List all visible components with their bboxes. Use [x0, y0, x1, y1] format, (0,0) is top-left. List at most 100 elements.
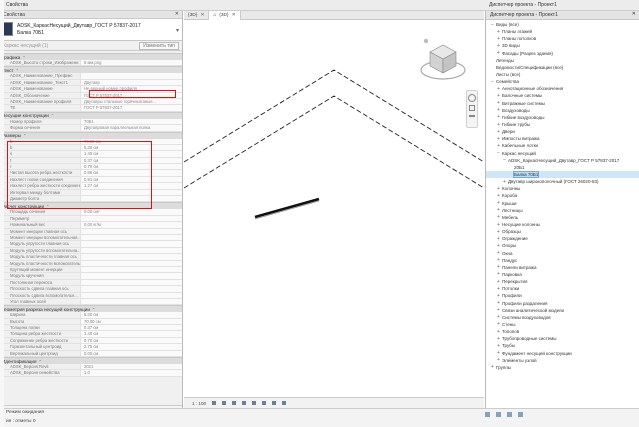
property-value[interactable]	[80, 228, 182, 234]
browser-item[interactable]: + Образцы	[486, 228, 639, 235]
expand-icon[interactable]: +	[496, 214, 501, 220]
property-value[interactable]	[80, 189, 182, 196]
expand-icon[interactable]: +	[496, 229, 501, 235]
close-icon[interactable]: ✕	[232, 13, 236, 18]
expand-icon[interactable]: +	[490, 364, 495, 370]
browser-item[interactable]: + Фундамент несущей конструкции	[486, 349, 639, 356]
expand-icon[interactable]: +	[496, 107, 501, 113]
browser-item[interactable]: + Планы этажей	[486, 28, 639, 35]
property-group-header[interactable]: Идентификация ⌃	[0, 357, 182, 365]
visual-style-icon[interactable]	[222, 401, 227, 405]
property-value[interactable]	[80, 286, 182, 292]
collapse-icon[interactable]: −	[496, 150, 501, 156]
chevron-up-icon[interactable]: ⌃	[23, 133, 26, 138]
browser-item[interactable]: + Топопов	[486, 328, 639, 335]
zoom-icon[interactable]	[469, 105, 475, 111]
select-links-icon[interactable]	[507, 412, 512, 417]
browser-item[interactable]: + Связи аналитической модели	[486, 307, 639, 314]
browser-item[interactable]: + Аннотационные обозначения	[486, 85, 639, 92]
property-value[interactable]	[80, 279, 182, 286]
browser-item[interactable]: + Двутавр широкополочный (ГОСТ 26020-83)	[486, 178, 639, 185]
type-selector[interactable]: ADSK_КаркасНесущий_Двутавр_ГОСТ Р 57837-…	[0, 19, 182, 41]
browser-item[interactable]: + Ограждение	[486, 235, 639, 242]
browser-item[interactable]: + Колонны	[486, 185, 639, 192]
expand-icon[interactable]: +	[496, 279, 501, 285]
chevron-down-icon[interactable]: ▾	[176, 27, 179, 34]
browser-item[interactable]: + Лестницы	[486, 207, 639, 214]
chevron-up-icon[interactable]: ⌃	[46, 204, 49, 209]
chevron-up-icon[interactable]: ⌃	[16, 68, 19, 73]
expand-icon[interactable]: +	[496, 350, 501, 356]
browser-item[interactable]: Легенды	[486, 57, 639, 64]
browser-item[interactable]: + Панели витража	[486, 264, 639, 271]
pan-icon[interactable]	[469, 115, 475, 117]
property-value[interactable]: 70.00 см	[80, 138, 182, 144]
browser-item[interactable]: + Системы воздуховодов	[486, 314, 639, 321]
expand-icon[interactable]: +	[496, 43, 501, 49]
browser-item[interactable]: + Кабельные лотки	[486, 142, 639, 149]
property-value[interactable]: Двутавровая параллельная полка	[80, 125, 182, 131]
render-icon[interactable]	[252, 401, 257, 405]
browser-item[interactable]: + Профили раздаления	[486, 299, 639, 306]
expand-icon[interactable]: +	[496, 329, 501, 335]
expand-icon[interactable]: +	[496, 136, 501, 142]
property-group-header[interactable]: Размеры ⌃	[0, 131, 182, 139]
expand-icon[interactable]: +	[502, 179, 507, 185]
expand-icon[interactable]: +	[496, 50, 501, 56]
collapse-icon[interactable]: −	[502, 157, 507, 163]
property-value[interactable]: ГОСТ Р 57837-2017	[80, 92, 182, 98]
expand-icon[interactable]: +	[496, 286, 501, 292]
expand-icon[interactable]: +	[496, 114, 501, 120]
viewcube[interactable]	[418, 30, 468, 90]
expand-icon[interactable]: +	[496, 264, 501, 270]
browser-item[interactable]: + Короба	[486, 192, 639, 199]
browser-item[interactable]: + Опоры	[486, 242, 639, 249]
expand-icon[interactable]: +	[496, 293, 501, 299]
property-value[interactable]	[80, 260, 182, 266]
expand-icon[interactable]: +	[496, 200, 501, 206]
property-value[interactable]: 70Б1	[80, 118, 182, 125]
property-value[interactable]: 8 мм.png	[80, 60, 182, 66]
browser-item[interactable]: + Импосты витража	[486, 135, 639, 142]
crop-icon[interactable]	[262, 401, 267, 405]
expand-icon[interactable]: +	[496, 343, 501, 349]
property-value[interactable]	[80, 266, 182, 273]
browser-item[interactable]: Ведомости/Спецификации (все)	[486, 64, 639, 71]
close-icon[interactable]: ✕	[632, 11, 636, 17]
shadows-icon[interactable]	[242, 401, 247, 405]
expand-icon[interactable]: +	[496, 314, 501, 320]
expand-icon[interactable]: +	[496, 100, 501, 106]
filter-icon[interactable]	[518, 412, 523, 417]
property-value[interactable]	[80, 73, 182, 79]
lock-icon[interactable]	[272, 401, 277, 405]
expand-icon[interactable]: +	[496, 29, 501, 35]
browser-item[interactable]: + Несущие колонны	[486, 221, 639, 228]
expand-icon[interactable]: +	[496, 307, 501, 313]
browser-item[interactable]: + Трубопроводные системы	[486, 335, 639, 342]
instance-filter[interactable]: Каркас несущий (1)	[3, 43, 48, 49]
expand-icon[interactable]: +	[496, 86, 501, 92]
expand-icon[interactable]: +	[496, 243, 501, 249]
browser-item[interactable]: + Двери	[486, 128, 639, 135]
property-value[interactable]: 0.37 см	[80, 157, 182, 164]
property-value[interactable]: 1.40 см	[80, 331, 182, 337]
property-value[interactable]	[80, 292, 182, 298]
property-value[interactable]: 0.86 см	[80, 170, 182, 176]
browser-item[interactable]: + Фасады (Разрез здания)	[486, 50, 639, 57]
sun-path-icon[interactable]	[232, 401, 237, 405]
expand-icon[interactable]: +	[496, 93, 501, 99]
property-value[interactable]: 5.30 см	[80, 144, 182, 151]
detail-level-icon[interactable]	[212, 401, 217, 405]
property-group-header[interactable]: Несущие конструкции ⌃	[0, 111, 182, 119]
browser-item[interactable]: + Стены	[486, 321, 639, 328]
expand-icon[interactable]: +	[496, 143, 501, 149]
close-icon[interactable]: ✕	[175, 11, 179, 17]
property-value[interactable]: 1.40 см	[80, 151, 182, 157]
property-value[interactable]	[80, 273, 182, 279]
navigation-bar[interactable]	[466, 90, 478, 128]
property-group-header[interactable]: Текст ⌃	[0, 66, 182, 74]
expand-icon[interactable]: +	[496, 129, 501, 135]
browser-item[interactable]: + Крыши	[486, 200, 639, 207]
property-value[interactable]	[80, 298, 182, 305]
worksets-icon[interactable]	[485, 412, 490, 417]
